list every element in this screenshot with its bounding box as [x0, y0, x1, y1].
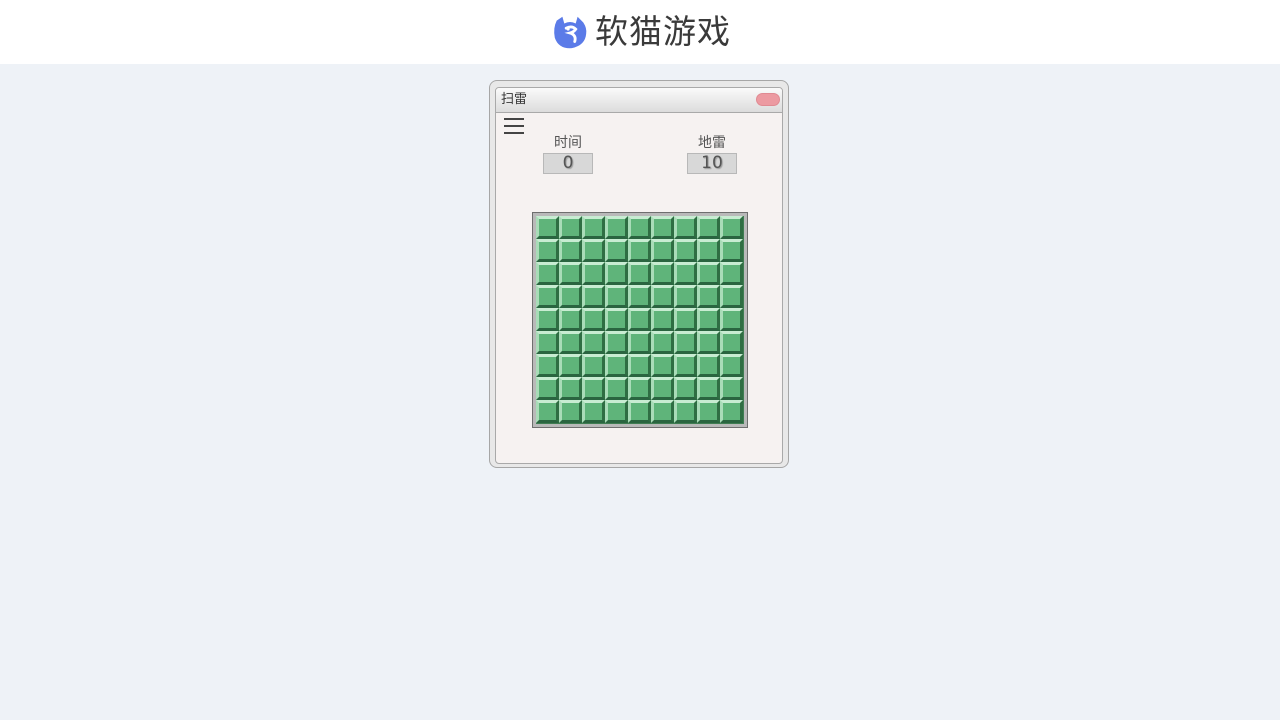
mine-cell[interactable] [605, 239, 628, 262]
mine-cell[interactable] [720, 239, 743, 262]
menu-icon[interactable] [504, 118, 524, 134]
mine-cell[interactable] [582, 331, 605, 354]
minefield-grid [536, 216, 744, 424]
mine-cell[interactable] [536, 239, 559, 262]
mine-cell[interactable] [628, 262, 651, 285]
mine-cell[interactable] [697, 331, 720, 354]
mine-cell[interactable] [536, 285, 559, 308]
title-bar[interactable]: 扫雷 [496, 88, 782, 113]
minesweeper-window: 扫雷 时间 0 地雷 10 [489, 80, 789, 468]
mine-cell[interactable] [720, 354, 743, 377]
mine-cell[interactable] [674, 377, 697, 400]
mine-cell[interactable] [628, 239, 651, 262]
mine-cell[interactable] [605, 262, 628, 285]
mine-cell[interactable] [720, 400, 743, 423]
mine-cell[interactable] [628, 331, 651, 354]
mine-cell[interactable] [651, 400, 674, 423]
cat-logo-icon [554, 16, 587, 49]
mine-cell[interactable] [651, 377, 674, 400]
mine-cell[interactable] [559, 308, 582, 331]
window-title: 扫雷 [501, 92, 528, 107]
mine-cell[interactable] [651, 239, 674, 262]
mine-cell[interactable] [720, 308, 743, 331]
mine-cell[interactable] [536, 400, 559, 423]
mine-cell[interactable] [628, 308, 651, 331]
mine-cell[interactable] [651, 216, 674, 239]
mine-cell[interactable] [674, 216, 697, 239]
mine-cell[interactable] [674, 308, 697, 331]
mines-label: 地雷 [698, 135, 726, 151]
mine-cell[interactable] [720, 285, 743, 308]
time-label: 时间 [554, 135, 582, 151]
mine-cell[interactable] [720, 262, 743, 285]
mine-cell[interactable] [651, 262, 674, 285]
mine-cell[interactable] [674, 239, 697, 262]
mine-cell[interactable] [697, 285, 720, 308]
mine-cell[interactable] [697, 239, 720, 262]
mine-cell[interactable] [582, 239, 605, 262]
mine-cell[interactable] [605, 377, 628, 400]
mine-cell[interactable] [559, 216, 582, 239]
mine-cell[interactable] [582, 354, 605, 377]
mine-cell[interactable] [697, 308, 720, 331]
mine-cell[interactable] [582, 377, 605, 400]
mine-cell[interactable] [536, 308, 559, 331]
mine-cell[interactable] [720, 377, 743, 400]
mine-cell[interactable] [674, 331, 697, 354]
mine-cell[interactable] [628, 377, 651, 400]
mine-cell[interactable] [582, 285, 605, 308]
brand[interactable]: 软猫游戏 [551, 12, 731, 52]
mine-cell[interactable] [720, 216, 743, 239]
mine-cell[interactable] [605, 216, 628, 239]
mine-cell[interactable] [697, 377, 720, 400]
mine-cell[interactable] [720, 331, 743, 354]
mine-cell[interactable] [536, 377, 559, 400]
brand-name: 软猫游戏 [595, 12, 731, 51]
mine-cell[interactable] [536, 354, 559, 377]
mine-cell[interactable] [559, 400, 582, 423]
window-body: 扫雷 时间 0 地雷 10 [495, 87, 783, 464]
minefield-board [532, 212, 748, 428]
mine-cell[interactable] [628, 285, 651, 308]
mine-cell[interactable] [651, 354, 674, 377]
mine-cell[interactable] [559, 285, 582, 308]
mine-cell[interactable] [582, 262, 605, 285]
mine-cell[interactable] [559, 331, 582, 354]
time-display: 0 [543, 153, 593, 174]
mine-cell[interactable] [697, 216, 720, 239]
mine-cell[interactable] [582, 400, 605, 423]
mine-cell[interactable] [605, 308, 628, 331]
mine-cell[interactable] [536, 216, 559, 239]
mine-cell[interactable] [651, 308, 674, 331]
close-button[interactable] [756, 93, 780, 106]
mine-cell[interactable] [628, 216, 651, 239]
mine-cell[interactable] [559, 377, 582, 400]
mine-cell[interactable] [559, 239, 582, 262]
site-header: 软猫游戏 [0, 0, 1280, 64]
mine-cell[interactable] [605, 400, 628, 423]
mines-counter: 10 [687, 153, 737, 174]
mine-cell[interactable] [674, 354, 697, 377]
mine-cell[interactable] [536, 331, 559, 354]
mine-cell[interactable] [651, 285, 674, 308]
mine-cell[interactable] [559, 354, 582, 377]
mine-cell[interactable] [697, 354, 720, 377]
mine-cell[interactable] [628, 400, 651, 423]
mine-cell[interactable] [582, 308, 605, 331]
mine-cell[interactable] [582, 216, 605, 239]
mine-cell[interactable] [536, 262, 559, 285]
mine-cell[interactable] [628, 354, 651, 377]
mine-cell[interactable] [605, 285, 628, 308]
mine-cell[interactable] [697, 262, 720, 285]
mine-cell[interactable] [651, 331, 674, 354]
mine-cell[interactable] [697, 400, 720, 423]
mine-cell[interactable] [674, 285, 697, 308]
mine-cell[interactable] [559, 262, 582, 285]
mine-cell[interactable] [674, 400, 697, 423]
mine-cell[interactable] [674, 262, 697, 285]
mine-cell[interactable] [605, 331, 628, 354]
mine-cell[interactable] [605, 354, 628, 377]
